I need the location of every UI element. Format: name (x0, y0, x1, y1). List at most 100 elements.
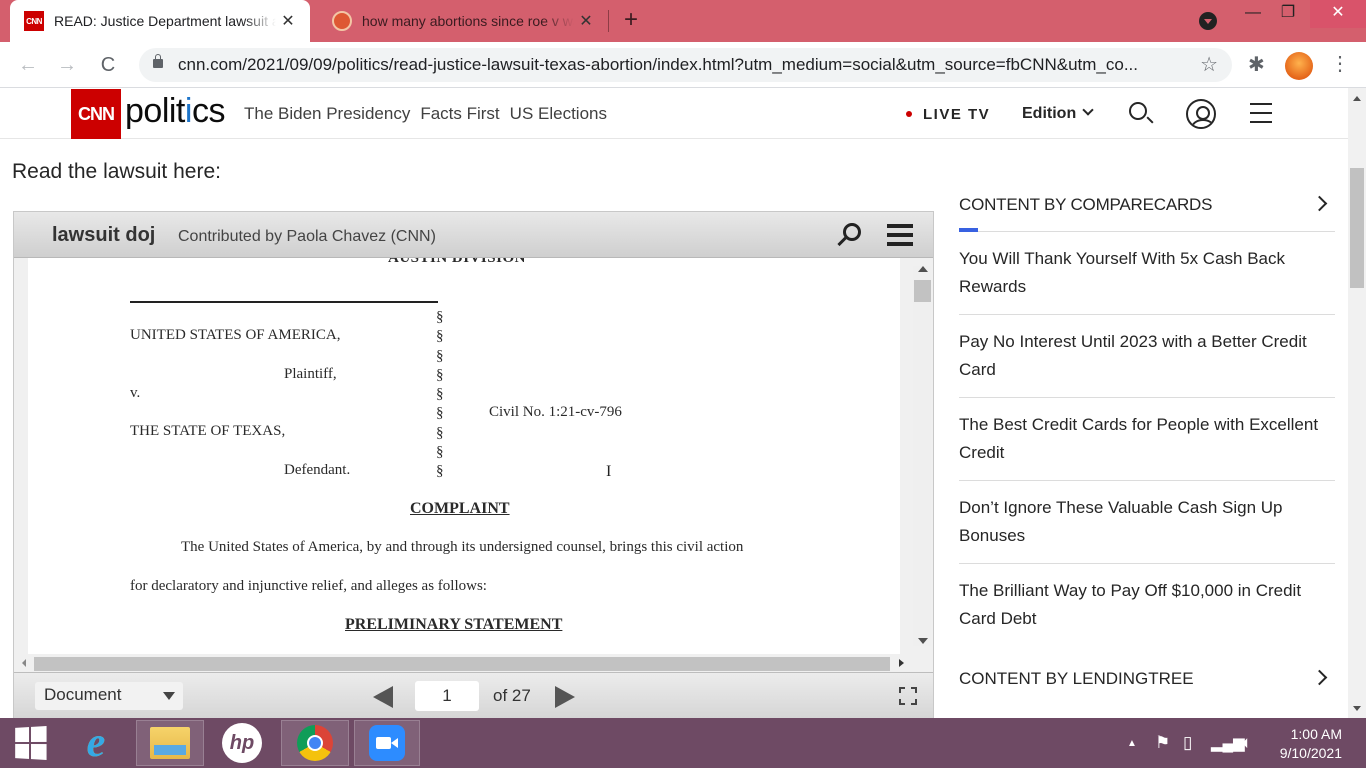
profile-avatar[interactable] (1285, 52, 1313, 80)
taskbar-chrome[interactable] (281, 720, 349, 766)
page-vertical-scrollbar[interactable] (1348, 88, 1366, 718)
defendant-party: THE STATE OF TEXAS, (130, 423, 286, 439)
document-horizontal-scrollbar[interactable] (14, 654, 933, 672)
rail-list-item[interactable]: Don’t Ignore These Valuable Cash Sign Up… (959, 481, 1335, 564)
browser-menu-icon[interactable]: ⋮ (1330, 52, 1350, 76)
cnn-header: CNN politics The Biden Presidency Facts … (0, 88, 1348, 139)
system-clock[interactable]: 1:00 AM 9/10/2021 (1276, 725, 1342, 763)
section-mark: § (436, 347, 444, 364)
tab-title: how many abortions since roe v wade (362, 13, 574, 29)
taskbar-file-explorer[interactable] (136, 720, 204, 766)
nav-link-us-elections[interactable]: US Elections (510, 104, 607, 124)
text-cursor-icon: I (606, 463, 612, 480)
taskbar-internet-explorer[interactable]: e (62, 720, 130, 766)
scrollbar-thumb[interactable] (34, 657, 890, 671)
scrollbar-thumb[interactable] (1350, 168, 1364, 288)
show-hidden-icons-icon[interactable]: ▲ (1127, 718, 1137, 768)
tab-title: READ: Justice Department lawsuit against… (54, 13, 276, 29)
scrollbar-track[interactable] (913, 266, 931, 646)
section-marks-column: § § § § § § § § § (436, 308, 444, 482)
rail-heading[interactable]: CONTENT BY COMPARECARDS (959, 195, 1212, 215)
forward-button[interactable]: → (53, 52, 81, 78)
network-signal-icon[interactable]: ▂▄▆ (1211, 718, 1245, 768)
lendingtree-header[interactable]: CONTENT BY LENDINGTREE (959, 646, 1335, 723)
reload-button[interactable]: C (94, 52, 122, 78)
close-tab-icon[interactable]: ✕ (574, 11, 598, 31)
document-page-area[interactable]: AUSTIN DIVISION UNITED STATES OF AMERICA… (14, 258, 902, 654)
extensions-puzzle-icon[interactable]: ✱ (1248, 52, 1265, 77)
view-mode-select[interactable]: Document (35, 682, 183, 710)
cnn-logo[interactable]: CNN (71, 89, 121, 139)
fullscreen-icon[interactable] (899, 687, 917, 705)
rail-list-item[interactable]: Pay No Interest Until 2023 with a Better… (959, 315, 1335, 398)
scroll-left-arrow-icon[interactable] (22, 659, 26, 667)
taskbar-zoom[interactable] (354, 720, 420, 766)
document-menu-icon[interactable] (887, 224, 913, 251)
lock-icon[interactable] (153, 54, 163, 68)
section-mark: § (436, 405, 444, 422)
section-mark: § (436, 309, 444, 325)
volume-icon[interactable]: 🔈︎ (1242, 718, 1252, 768)
document-title[interactable]: lawsuit doj (52, 224, 155, 247)
sponsored-content-rail: CONTENT BY COMPARECARDS You Will Thank Y… (959, 140, 1335, 723)
civil-number: Civil No. 1:21-cv-796 (489, 404, 622, 420)
dropdown-arrow-icon (163, 692, 175, 700)
back-button[interactable]: ← (14, 52, 42, 78)
clock-time: 1:00 AM (1290, 726, 1342, 742)
comparecards-header[interactable]: CONTENT BY COMPARECARDS (959, 140, 1335, 232)
next-page-button[interactable] (555, 686, 575, 708)
section-text-i: i (184, 92, 193, 130)
tab-duckduckgo-search[interactable]: how many abortions since roe v wade ✕ (318, 0, 608, 42)
edition-label: Edition (1022, 105, 1077, 122)
section-mark: § (436, 444, 444, 461)
scroll-up-arrow-icon[interactable] (918, 266, 928, 272)
document-vertical-scrollbar[interactable] (902, 258, 933, 654)
heading-accent-bar (959, 228, 978, 232)
url-text[interactable]: cnn.com/2021/09/09/politics/read-justice… (178, 55, 1138, 75)
tab-search-icon[interactable] (1199, 12, 1217, 30)
document-search-icon[interactable] (843, 223, 861, 241)
complaint-heading: COMPLAINT (410, 500, 510, 517)
scroll-right-arrow-icon[interactable] (899, 659, 904, 667)
file-explorer-icon (150, 727, 190, 759)
viewer-footer: Document of 27 (14, 672, 933, 718)
rail-heading[interactable]: CONTENT BY LENDINGTREE (959, 669, 1194, 689)
user-account-icon[interactable] (1186, 99, 1216, 129)
rail-list-item[interactable]: The Best Credit Cards for People with Ex… (959, 398, 1335, 481)
paragraph-line: The United States of America, by and thr… (181, 539, 744, 555)
close-tab-icon[interactable]: ✕ (276, 11, 300, 31)
close-window-button[interactable]: ✕ (1310, 0, 1366, 28)
politics-section-logo[interactable]: politics (125, 92, 225, 131)
chevron-right-icon[interactable] (1311, 669, 1328, 686)
tab-cnn-lawsuit[interactable]: CNN READ: Justice Department lawsuit aga… (10, 0, 310, 42)
duckduckgo-favicon-icon (332, 11, 352, 31)
address-bar[interactable]: cnn.com/2021/09/09/politics/read-justice… (139, 48, 1232, 82)
bookmark-star-icon[interactable]: ☆ (1200, 52, 1218, 77)
clock-date: 9/10/2021 (1279, 745, 1342, 761)
rail-list-item[interactable]: You Will Thank Yourself With 5x Cash Bac… (959, 232, 1335, 315)
chevron-right-icon[interactable] (1311, 195, 1328, 212)
new-tab-button[interactable]: + (624, 8, 638, 32)
nav-link-biden-presidency[interactable]: The Biden Presidency (244, 104, 410, 124)
hamburger-menu-icon[interactable] (1250, 103, 1272, 130)
previous-page-button[interactable] (373, 686, 393, 708)
search-icon[interactable] (1129, 102, 1147, 120)
browser-tab-strip: CNN READ: Justice Department lawsuit aga… (0, 0, 1366, 42)
page-number-input[interactable] (415, 681, 479, 711)
scroll-down-arrow-icon[interactable] (1353, 706, 1361, 711)
scroll-down-arrow-icon[interactable] (918, 638, 928, 644)
battery-icon[interactable]: ▯ (1183, 718, 1192, 768)
live-tv-link[interactable]: LIVE TV (923, 106, 990, 123)
plaintiff-label: Plaintiff, (284, 366, 337, 382)
tab-separator (608, 10, 609, 32)
taskbar-hp[interactable]: hp (208, 720, 276, 766)
start-button[interactable] (0, 720, 60, 766)
nav-link-facts-first[interactable]: Facts First (420, 104, 499, 124)
rail-list-item[interactable]: The Brilliant Way to Pay Off $10,000 in … (959, 564, 1335, 646)
maximize-button[interactable]: ❐ (1265, 0, 1311, 28)
scrollbar-thumb[interactable] (914, 280, 931, 302)
scroll-up-arrow-icon[interactable] (1353, 96, 1361, 101)
action-center-flag-icon[interactable]: ⚑ (1155, 718, 1170, 768)
edition-dropdown[interactable]: Edition (1022, 104, 1094, 123)
windows-logo-icon (15, 726, 47, 760)
